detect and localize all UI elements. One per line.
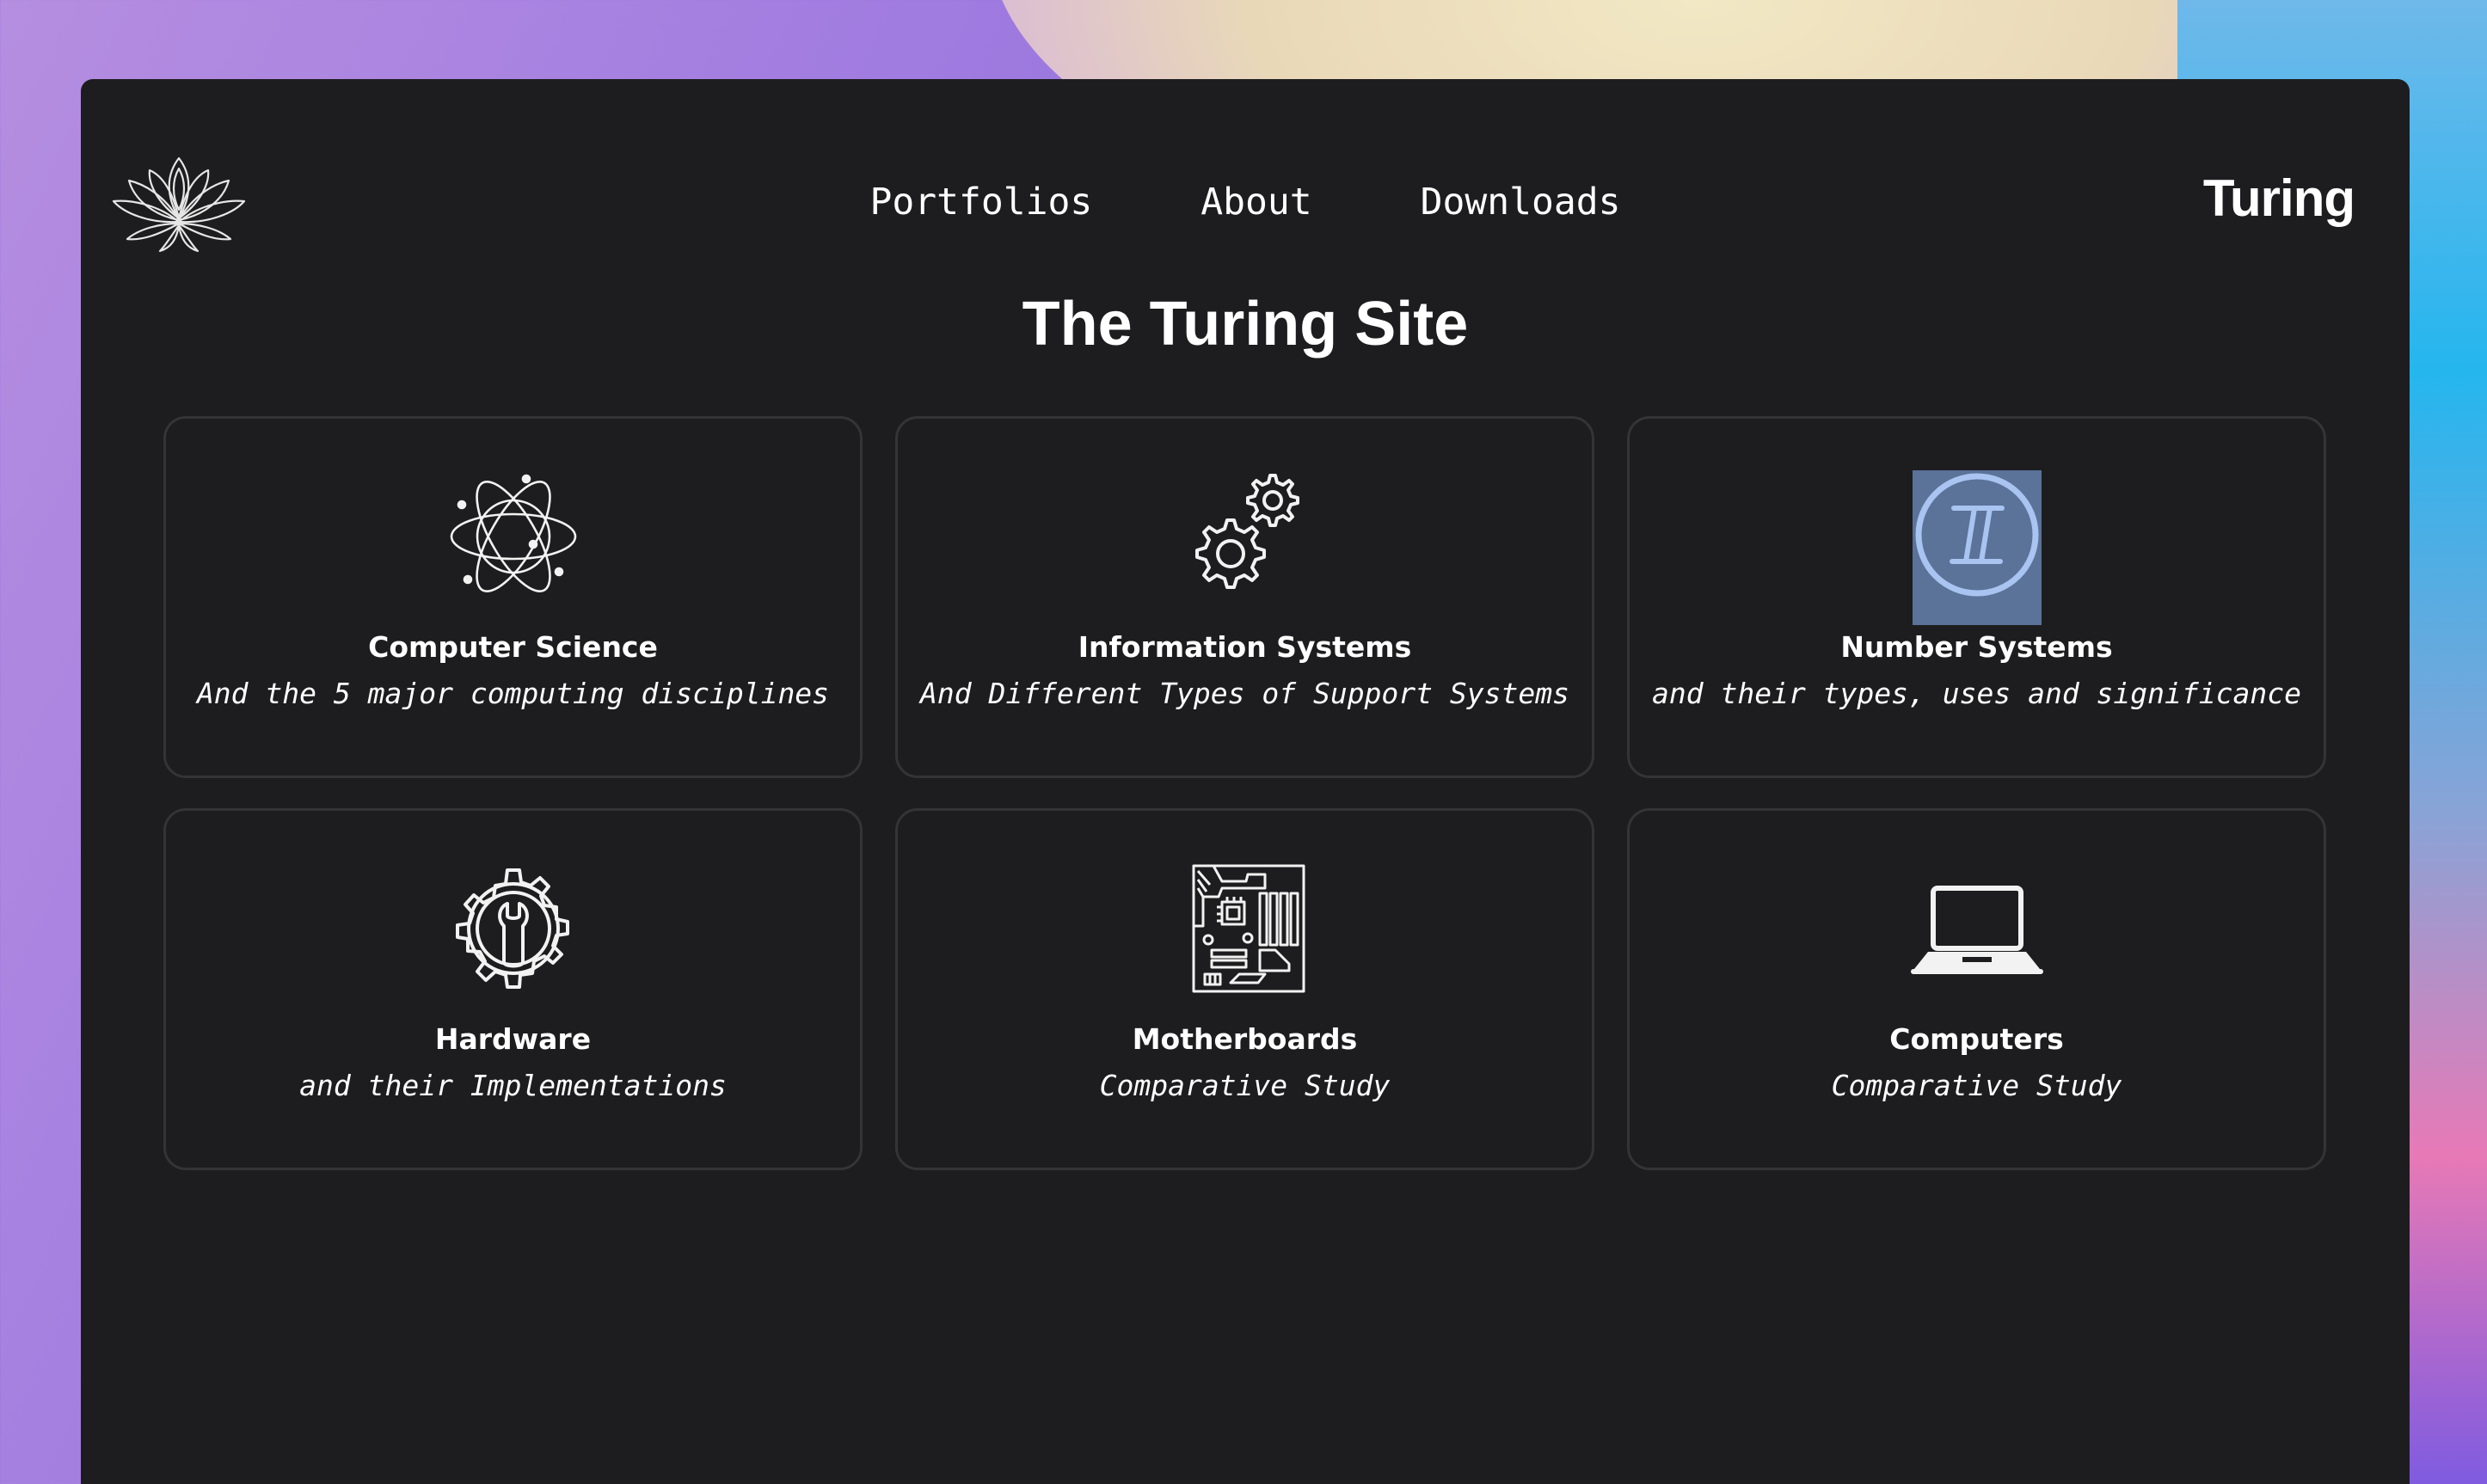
card-title: Computers (1889, 1022, 2064, 1056)
brand-name[interactable]: Turing (2203, 169, 2355, 228)
atom-icon (447, 470, 580, 603)
card-subtitle: And Different Types of Support Systems (920, 677, 1569, 710)
main-nav: Portfolios About Downloads (81, 181, 2410, 224)
laptop-icon (1910, 862, 2043, 995)
motherboard-icon (1179, 862, 1311, 995)
card-subtitle: and their types, uses and significance (1652, 677, 2301, 710)
browser-window: Portfolios About Downloads Turing The Tu… (81, 79, 2410, 1484)
topic-grid: Computer Science And the 5 major computi… (163, 416, 2327, 1170)
nav-item-portfolios[interactable]: Portfolios (869, 181, 1092, 224)
page-title: The Turing Site (1022, 290, 1469, 359)
card-title: Hardware (434, 1022, 592, 1056)
card-computer-science[interactable]: Computer Science And the 5 major computi… (163, 416, 863, 778)
nav-item-downloads[interactable]: Downloads (1421, 181, 1621, 224)
card-subtitle: Comparative Study (1099, 1069, 1391, 1102)
wrench-gear-icon (447, 862, 580, 995)
card-title: Information Systems (1078, 630, 1412, 664)
card-information-systems[interactable]: Information Systems And Different Types … (895, 416, 1594, 778)
card-title: Motherboards (1132, 1022, 1358, 1056)
card-hardware[interactable]: Hardware and their Implementations (163, 808, 863, 1170)
card-title: Number Systems (1840, 630, 2113, 664)
card-title: Computer Science (368, 630, 658, 664)
card-number-systems[interactable]: Number Systems and their types, uses and… (1627, 416, 2326, 778)
nav-item-about[interactable]: About (1201, 181, 1311, 224)
card-subtitle: Comparative Study (1831, 1069, 2122, 1102)
gears-icon (1179, 470, 1311, 603)
card-subtitle: and their Implementations (299, 1069, 727, 1102)
roman-numeral-two-icon (1912, 470, 2042, 625)
card-subtitle: And the 5 major computing disciplines (196, 677, 830, 710)
card-motherboards[interactable]: Motherboards Comparative Study (895, 808, 1594, 1170)
card-computers[interactable]: Computers Comparative Study (1627, 808, 2326, 1170)
